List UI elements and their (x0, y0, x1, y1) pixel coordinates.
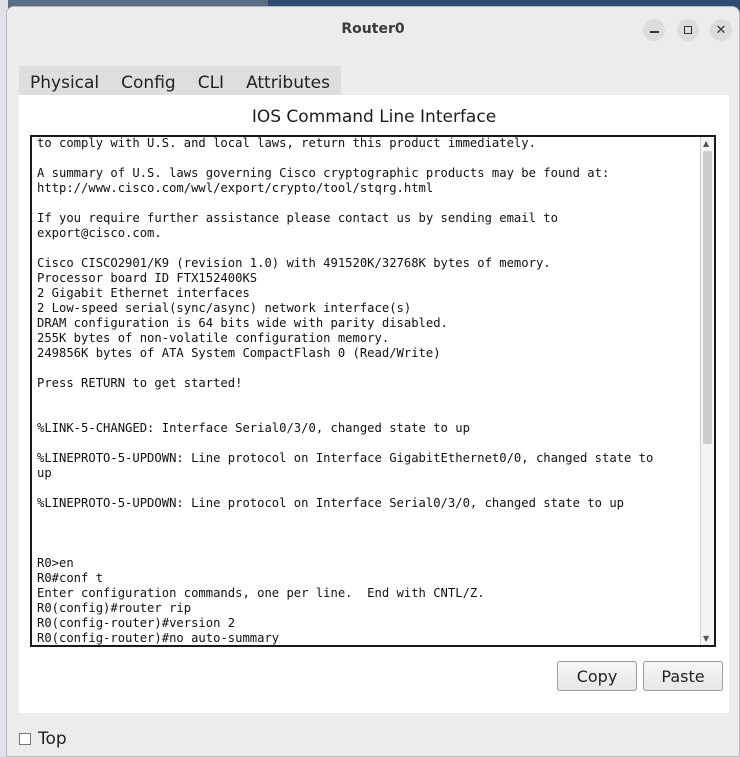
panel-title: IOS Command Line Interface (251, 107, 497, 127)
minimize-button[interactable] (643, 19, 665, 41)
top-checkbox[interactable] (19, 733, 31, 745)
minimize-icon (649, 27, 659, 33)
close-icon: ✕ (715, 22, 727, 38)
window-title: Router0 (341, 21, 405, 37)
arrow-down-icon[interactable]: ▼ (703, 634, 709, 643)
title-bar[interactable]: Router0 ✕ (7, 7, 739, 53)
maximize-button[interactable] (677, 19, 699, 41)
router-window: Router0 ✕ Physical Config CLI Attributes… (6, 6, 740, 757)
copy-button[interactable]: Copy (557, 661, 637, 691)
arrow-up-icon[interactable]: ▲ (703, 139, 709, 148)
close-button[interactable]: ✕ (710, 19, 732, 41)
bottom-bar: Top (7, 713, 739, 756)
cli-console[interactable]: to comply with U.S. and local laws, retu… (30, 135, 716, 647)
console-scrollbar[interactable]: ▲ ▼ (700, 137, 714, 645)
top-checkbox-label[interactable]: Top (38, 729, 67, 749)
paste-button[interactable]: Paste (643, 661, 723, 691)
maximize-icon (684, 26, 692, 34)
console-output[interactable]: to comply with U.S. and local laws, retu… (37, 137, 697, 645)
scroll-thumb[interactable] (703, 151, 712, 444)
cli-panel: IOS Command Line Interface to comply wit… (19, 95, 729, 713)
